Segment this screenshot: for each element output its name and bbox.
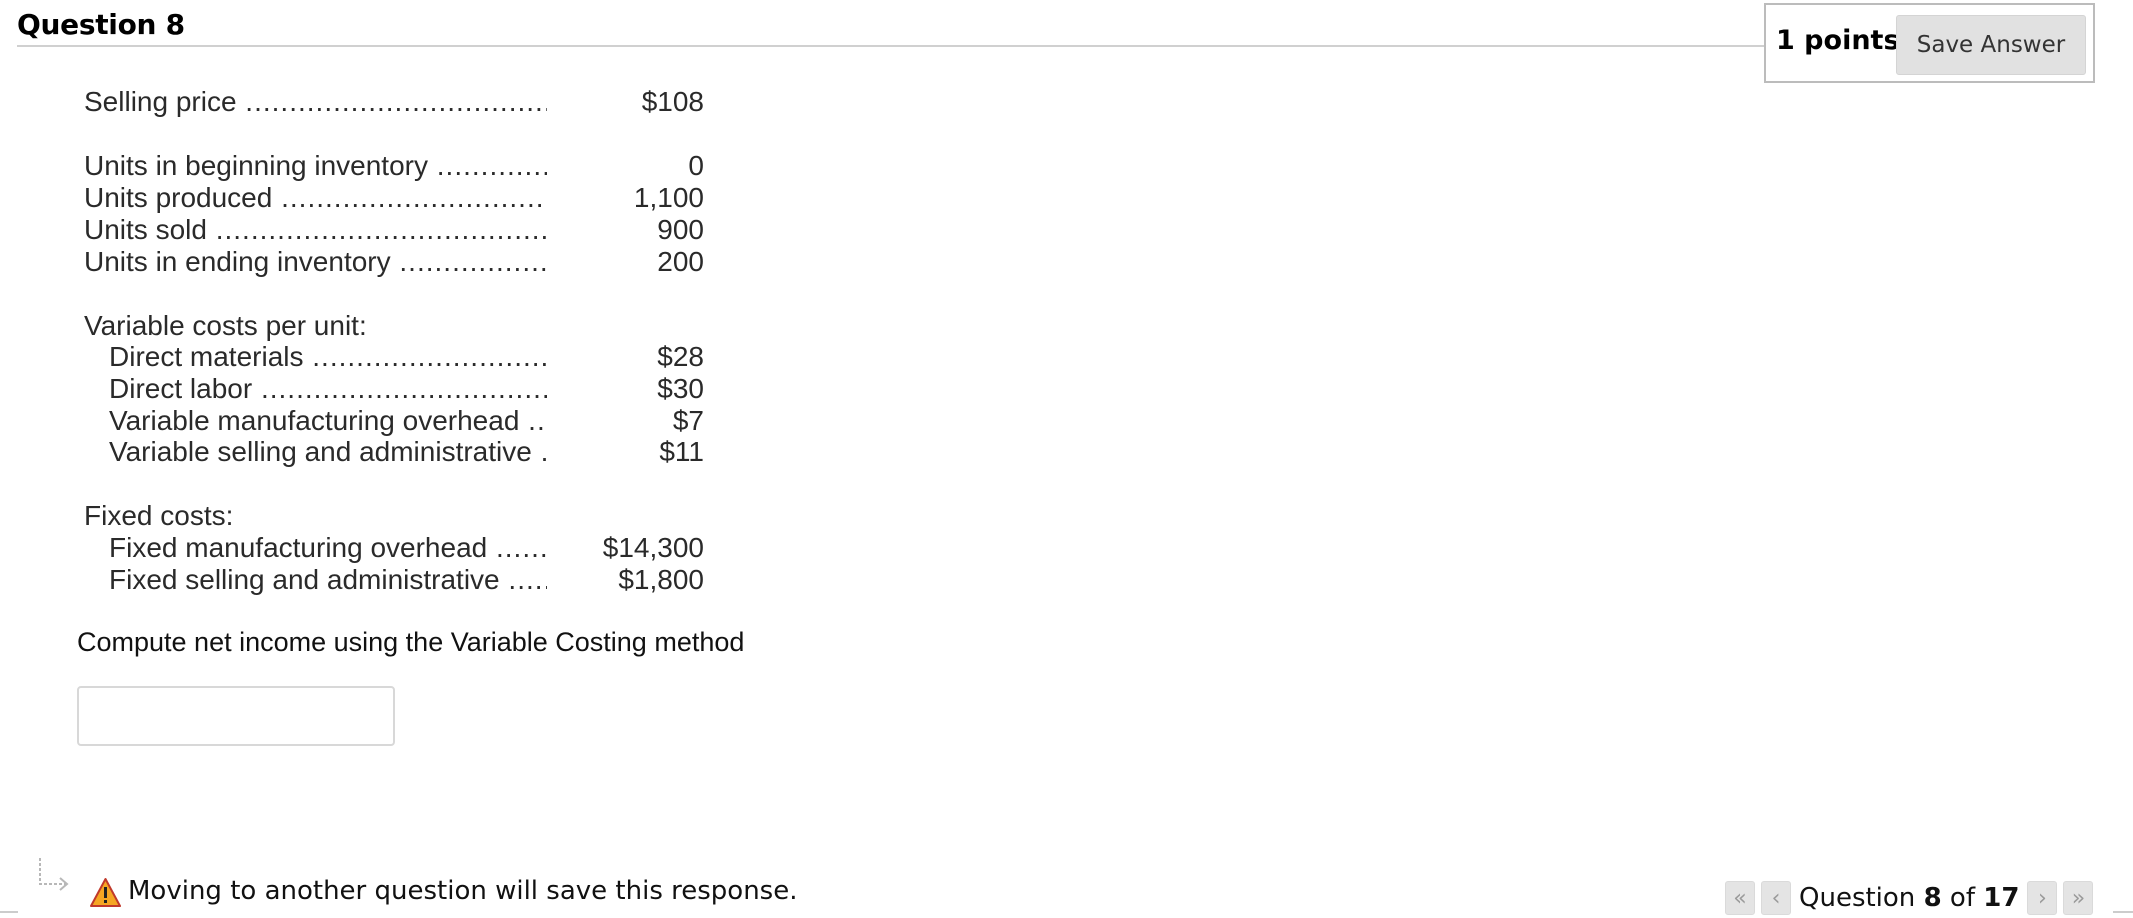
figure-label: Units sold <box>84 214 547 246</box>
question-title: Question 8 <box>17 8 185 41</box>
figure-row: Units sold 900 <box>84 214 704 246</box>
figure-label: Direct labor <box>109 373 547 405</box>
figure-label: Variable manufacturing overhead <box>109 405 547 437</box>
question-current: 8 <box>1923 883 1942 913</box>
question-counter-of: of <box>1949 883 1975 913</box>
figure-heading: Fixed costs: <box>84 500 234 531</box>
figure-row: Direct labor $30 <box>84 373 704 405</box>
figure-heading-fixed: Fixed costs: <box>84 500 704 532</box>
question-page: Question 8 1 points Save Answer Selling … <box>0 0 2133 918</box>
question-prompt: Compute net income using the Variable Co… <box>77 627 745 657</box>
answer-input[interactable] <box>77 686 395 746</box>
figure-value: $28 <box>657 341 704 372</box>
figure-row: Variable manufacturing overhead $7 <box>84 405 704 437</box>
figure-label: Selling price <box>84 86 547 118</box>
return-arrow-icon <box>39 858 69 891</box>
figure-heading-variable: Variable costs per unit: <box>84 310 704 342</box>
figure-value: $108 <box>641 86 704 117</box>
figure-row: Units in ending inventory 200 <box>84 246 704 278</box>
figure-label: Fixed selling and administrative <box>109 564 547 596</box>
warning-triangle-icon <box>90 878 121 907</box>
figure-value: 1,100 <box>633 182 704 213</box>
question-counter: Question 8 of 17 <box>1799 883 2019 913</box>
chevron-right-icon[interactable]: › <box>2027 881 2058 915</box>
figure-value: $30 <box>657 373 704 404</box>
figure-value: $11 <box>659 436 704 467</box>
figure-label: Units in beginning inventory <box>84 150 547 182</box>
figure-row-selling-price: Selling price $108 <box>84 86 704 118</box>
save-warning-text: Moving to another question will save thi… <box>128 876 798 906</box>
figure-row: Variable selling and administrative $11 <box>84 436 704 468</box>
figure-row: Units in beginning inventory 0 <box>84 150 704 182</box>
double-chevron-left-icon[interactable]: « <box>1725 881 1755 915</box>
question-navigation: « ‹ Question 8 of 17 › » <box>1725 880 2099 916</box>
question-counter-prefix: Question <box>1799 883 1916 913</box>
figure-row: Direct materials $28 <box>84 341 704 373</box>
points-label: 1 points <box>1776 25 1900 56</box>
figure-label: Variable selling and administrative <box>109 436 547 468</box>
figure-value: 200 <box>657 246 704 277</box>
figure-label: Units in ending inventory <box>84 246 547 278</box>
footer-divider <box>0 911 18 913</box>
chevron-left-icon[interactable]: ‹ <box>1761 881 1791 915</box>
footer-divider <box>2113 911 2133 913</box>
figure-label: Direct materials <box>109 341 547 373</box>
question-total: 17 <box>1983 883 2020 913</box>
figure-row: Fixed selling and administrative $1,800 <box>84 564 704 596</box>
save-answer-button[interactable]: Save Answer <box>1896 15 2086 75</box>
figure-row: Units produced 1,100 <box>84 182 704 214</box>
figure-value: 900 <box>657 214 704 245</box>
figure-value: $1,800 <box>618 564 704 595</box>
figure-value: $14,300 <box>602 532 704 563</box>
figure-label: Units produced <box>84 182 547 214</box>
header-divider <box>17 45 1765 47</box>
figure-value: $7 <box>672 405 704 436</box>
figure-label: Fixed manufacturing overhead <box>109 532 547 564</box>
figure-row: Fixed manufacturing overhead $14,300 <box>84 532 704 564</box>
points-panel: 1 points Save Answer <box>1764 3 2095 83</box>
figure-heading: Variable costs per unit: <box>84 310 367 341</box>
double-chevron-right-icon[interactable]: » <box>2063 881 2094 915</box>
figure-value: 0 <box>688 150 704 181</box>
